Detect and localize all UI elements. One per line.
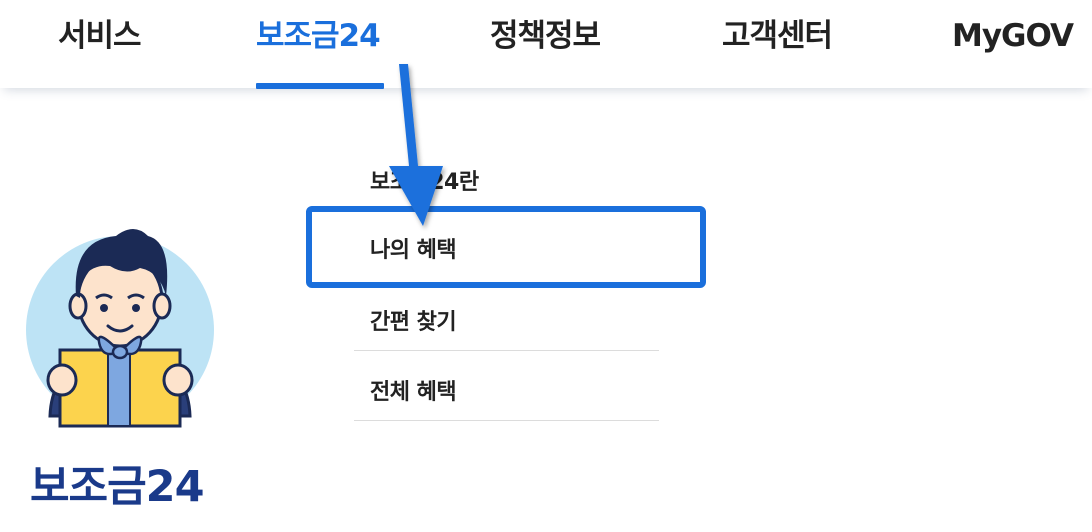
nav-item-policy-info[interactable]: 정책정보 bbox=[490, 14, 601, 58]
submenu-item-quick-search[interactable]: 간편 찾기 bbox=[354, 286, 659, 356]
highlight-box bbox=[306, 206, 706, 288]
top-navigation-bar: 서비스 보조금24 정책정보 고객센터 MyGOV bbox=[0, 0, 1092, 89]
gift-holding-person-icon bbox=[26, 229, 214, 428]
nav-item-subsidy24[interactable]: 보조금24 bbox=[256, 14, 381, 58]
nav-item-customer-center[interactable]: 고객센터 bbox=[722, 14, 833, 58]
brand-title: 보조금24 bbox=[30, 462, 205, 512]
active-nav-underline bbox=[256, 83, 384, 89]
submenu-divider bbox=[354, 420, 659, 421]
pointer-arrow-icon bbox=[389, 64, 443, 226]
nav-item-mygov[interactable]: MyGOV bbox=[952, 14, 1074, 58]
nav-item-services[interactable]: 서비스 bbox=[58, 14, 142, 58]
submenu-item-label: 간편 찾기 bbox=[370, 310, 457, 335]
submenu-divider bbox=[354, 350, 659, 351]
submenu-item-label: 전체 혜택 bbox=[370, 380, 457, 405]
submenu-item-all-benefits[interactable]: 전체 혜택 bbox=[354, 356, 659, 426]
